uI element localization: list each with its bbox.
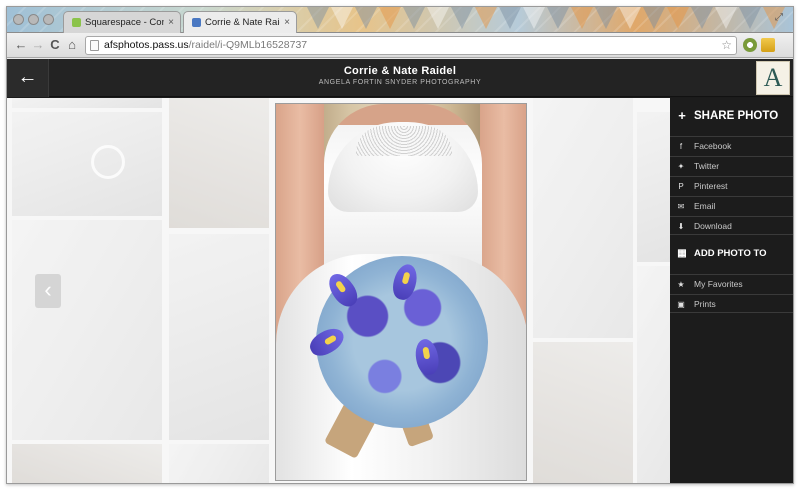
back-arrow-icon[interactable]: ← [13, 37, 29, 53]
share-download[interactable]: ⬇ Download [670, 216, 793, 235]
add-photo-heading[interactable]: ▦ ADD PHOTO TO [670, 242, 793, 266]
plus-icon: + [678, 108, 686, 123]
reload-icon[interactable]: C [47, 37, 63, 53]
share-item-label: Twitter [694, 161, 720, 171]
download-icon: ⬇ [677, 222, 685, 231]
photographer-logo[interactable]: A [756, 61, 790, 95]
share-twitter[interactable]: ✦ Twitter [670, 156, 793, 175]
bookmark-star-icon[interactable]: ☆ [721, 37, 732, 54]
minimize-window-button[interactable] [28, 14, 39, 25]
tab-corrie-nate[interactable]: Corrie & Nate Raidel × [183, 11, 297, 33]
add-favorites[interactable]: ★ My Favorites [670, 274, 793, 293]
email-icon: ✉ [677, 202, 685, 211]
share-item-label: Facebook [694, 141, 732, 151]
share-item-label: Download [694, 221, 732, 231]
main-photo[interactable] [275, 103, 527, 481]
add-item-label: Prints [694, 299, 716, 309]
zoom-window-button[interactable] [43, 14, 54, 25]
previous-photo-button[interactable]: ‹ [35, 274, 61, 308]
tab-title: Squarespace - Configurat [85, 17, 164, 28]
url-path: /raidel/i-Q9MLb16528737 [188, 39, 308, 51]
page-favicon-icon [192, 18, 201, 27]
forward-arrow-icon[interactable]: → [30, 37, 46, 53]
settings-icon[interactable] [761, 38, 775, 52]
photo-region [356, 126, 452, 156]
share-email[interactable]: ✉ Email [670, 196, 793, 215]
close-icon[interactable]: × [168, 17, 174, 28]
page-icon [90, 40, 99, 51]
page-content: ← Corrie & Nate Raidel ANGELA FORTIN SNY… [7, 59, 793, 483]
grid-icon: ▦ [677, 248, 687, 259]
address-bar[interactable]: afsphotos.pass.us/raidel/i-Q9MLb16528737… [85, 36, 737, 55]
tab-title: Corrie & Nate Raidel [205, 17, 280, 28]
share-photo-heading[interactable]: + SHARE PHOTO [670, 104, 793, 128]
fullscreen-icon[interactable]: ⤢ [775, 12, 787, 24]
url-host: afsphotos.pass.us [104, 39, 189, 51]
facebook-icon: f [679, 142, 683, 151]
prints-icon: ▣ [677, 300, 685, 309]
title-bar: Squarespace - Configurat × Corrie & Nate… [7, 7, 793, 33]
share-sidebar: + SHARE PHOTO f Facebook ✦ Twitter P Pin… [670, 98, 793, 483]
camera-watermark-icon [91, 145, 125, 179]
extension-icon[interactable] [743, 38, 757, 52]
close-icon[interactable]: × [284, 17, 290, 28]
share-photo-label: SHARE PHOTO [694, 110, 779, 122]
share-item-label: Pinterest [694, 181, 728, 191]
add-prints[interactable]: ▣ Prints [670, 294, 793, 313]
squarespace-favicon-icon [72, 18, 81, 27]
share-pinterest[interactable]: P Pinterest [670, 176, 793, 195]
pinterest-icon: P [678, 182, 684, 191]
tab-squarespace[interactable]: Squarespace - Configurat × [63, 11, 181, 33]
star-icon: ★ [677, 280, 685, 289]
browser-window: Squarespace - Configurat × Corrie & Nate… [6, 6, 794, 484]
share-facebook[interactable]: f Facebook [670, 136, 793, 155]
gallery-subtitle: ANGELA FORTIN SNYDER PHOTOGRAPHY [318, 79, 482, 86]
share-item-label: Email [694, 201, 716, 211]
browser-toolbar: ← → C ⌂ afsphotos.pass.us/raidel/i-Q9MLb… [7, 33, 793, 58]
add-item-label: My Favorites [694, 279, 743, 289]
home-icon[interactable]: ⌂ [64, 37, 80, 53]
twitter-icon: ✦ [677, 162, 685, 171]
gallery-title: Corrie & Nate Raidel [343, 65, 457, 77]
add-photo-label: ADD PHOTO TO [694, 248, 767, 259]
close-window-button[interactable] [13, 14, 24, 25]
site-header: ← Corrie & Nate Raidel ANGELA FORTIN SNY… [7, 59, 793, 97]
